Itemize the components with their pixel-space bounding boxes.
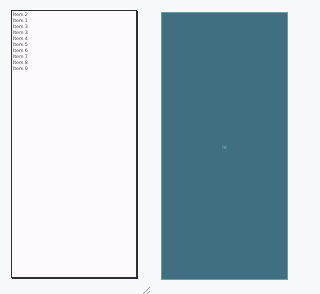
item-list: Item 2 Item 1 Item 3 Item 3 Item 4 Item … [13,13,136,73]
list-item[interactable]: Item 9 [13,67,136,73]
item-list-panel[interactable]: Item 2 Item 1 Item 3 Item 3 Item 4 Item … [11,10,137,278]
drop-zone-panel[interactable]: IV [161,12,288,280]
drop-zone-label: IV [222,146,227,151]
resize-grip-icon[interactable] [141,281,151,294]
